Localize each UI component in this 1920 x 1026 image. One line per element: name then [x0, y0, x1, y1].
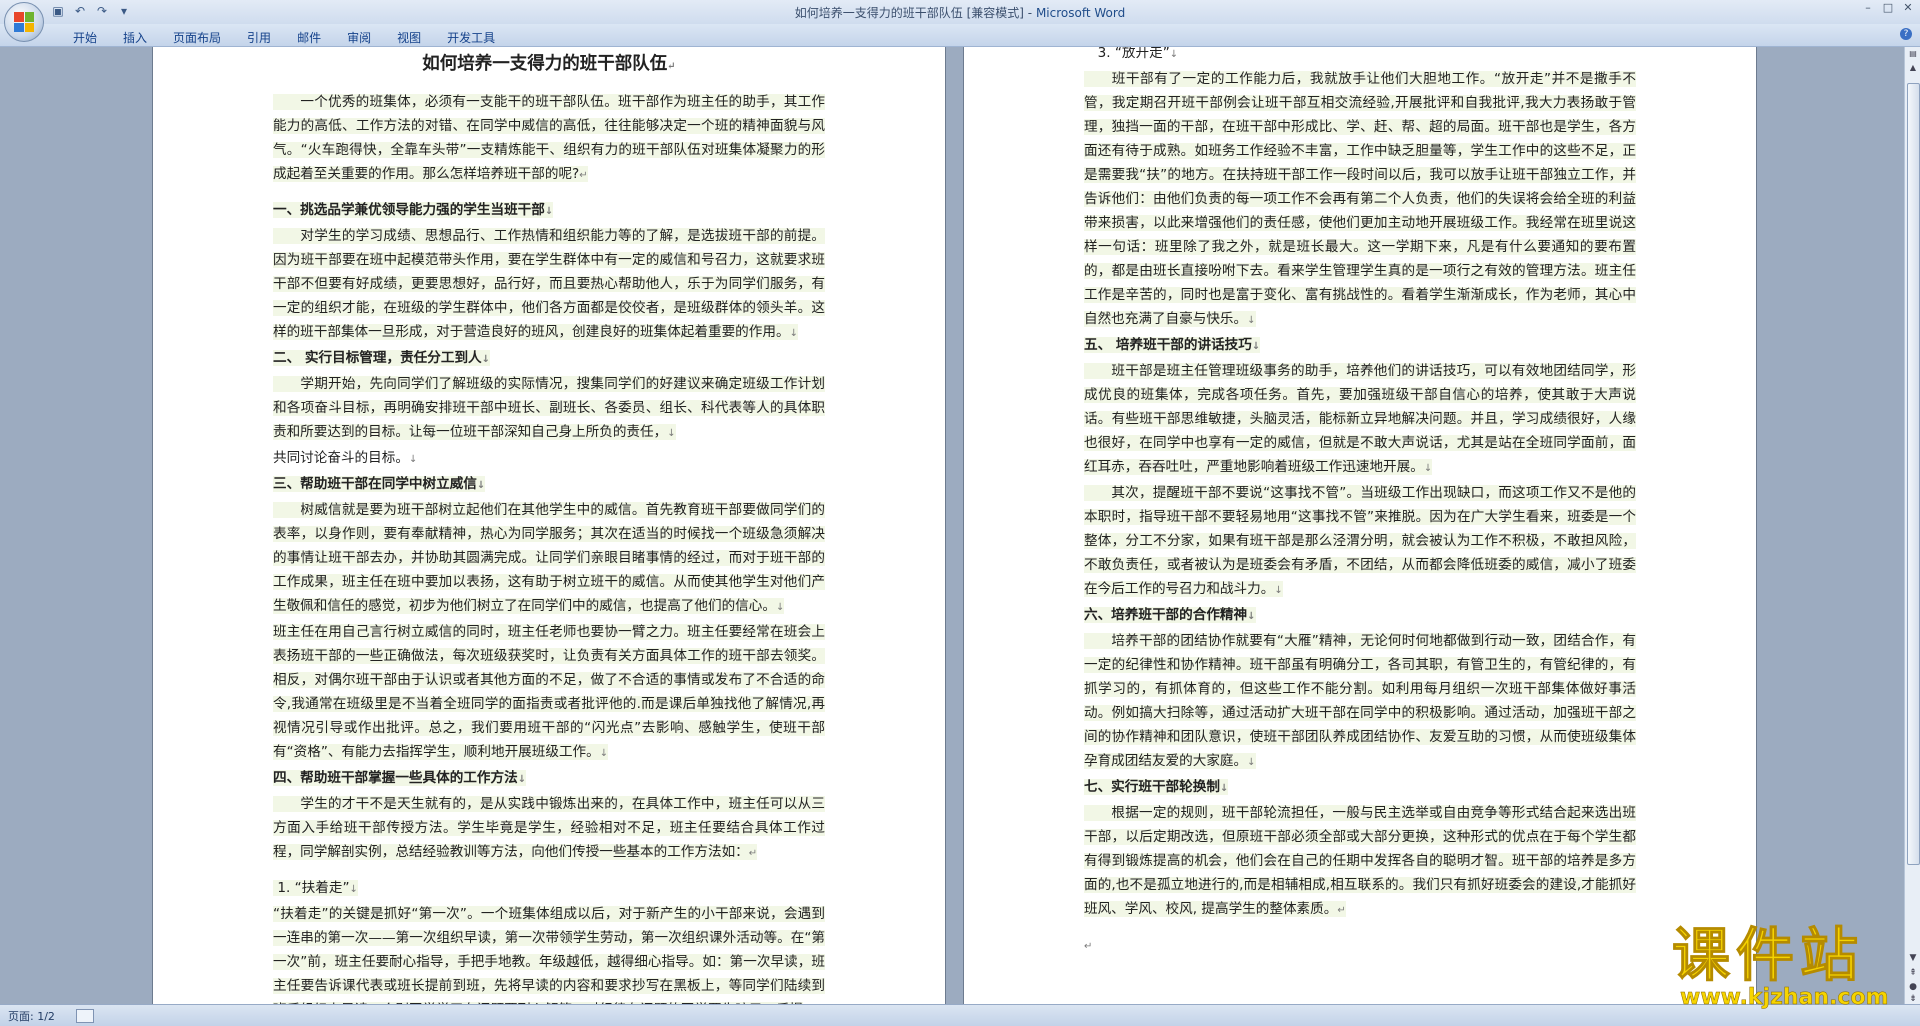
heading-3: 三、帮助班干部在同学中树立威信 — [273, 476, 477, 492]
select-browse-object-icon[interactable]: ● — [1907, 981, 1919, 993]
subheading-1: 1. “扶着走” — [277, 880, 350, 896]
heading-6: 六、培养班干部的合作精神 — [1084, 607, 1248, 623]
document-workspace: 如何培养一支得力的班干部队伍 ↵ 一个优秀的班集体，必须有一支能干的班干部队伍。班… — [0, 47, 1904, 1004]
scroll-down-icon[interactable]: ▼ — [1907, 952, 1919, 964]
paragraph-9: 培养干部的团结协作就要有“大雁”精神，无论何时何地都做到行动一致，团结合作，有一… — [1084, 633, 1636, 769]
page-2-content[interactable]: 3. “放开走”↓ 班干部有了一定的工作能力后，我就放手让他们大胆地工作。“放开… — [1084, 47, 1636, 959]
heading-4: 四、帮助班干部掌握一些具体的工作方法 — [273, 770, 518, 786]
paragraph-10: 根据一定的规则，班干部轮流担任，一般与民主选举或自由竞争等形式结合起来选出班干部… — [1084, 805, 1636, 917]
ribbon-tab-2[interactable]: 页面布局 — [160, 27, 234, 48]
status-bar: 页面: 1/2 — [0, 1004, 1920, 1026]
ruler-toggle-icon[interactable]: ▤ — [1905, 47, 1920, 61]
watermark-url: www.kjzhan.com — [1680, 985, 1889, 1010]
ribbon-tab-bar: 开始 插入 页面布局 引用 邮件 审阅 视图 开发工具 ? — [0, 24, 1920, 47]
window-controls: – □ ✕ — [1862, 2, 1914, 14]
window-title: 如何培养一支得力的班干部队伍 [兼容模式] - Microsoft Word — [0, 4, 1920, 21]
page-2[interactable]: 3. “放开走”↓ 班干部有了一定的工作能力后，我就放手让他们大胆地工作。“放开… — [963, 47, 1757, 1004]
vertical-scrollbar[interactable]: ▤ ▲ ▼ ⇞ ● ⇟ — [1904, 47, 1920, 1004]
paragraph-3b: 班主任在用自己言行树立威信的同时，班主任老师也要协一臂之力。班主任要经常在班会上… — [273, 624, 825, 760]
minimize-icon[interactable]: – — [1862, 2, 1874, 14]
office-logo-icon — [14, 12, 34, 32]
page-counter[interactable]: 页面: 1/2 — [8, 1008, 55, 1024]
close-icon[interactable]: ✕ — [1902, 2, 1914, 14]
ribbon-tabs: 开始 插入 页面布局 引用 邮件 审阅 视图 开发工具 — [60, 27, 508, 48]
title-separator: - — [1023, 6, 1036, 20]
paragraph-2a: 学期开始，先向同学们了解班级的实际情况，搜集同学们的好建议来确定班级工作计划和各… — [273, 376, 825, 440]
subheading-3: 3. “放开走” — [1097, 47, 1170, 61]
ribbon-tab-7[interactable]: 开发工具 — [434, 27, 508, 48]
previous-page-icon[interactable]: ⇞ — [1907, 967, 1919, 979]
heading-7: 七、实行班干部轮换制 — [1084, 779, 1220, 795]
ribbon-tab-6[interactable]: 视图 — [384, 27, 434, 48]
ribbon-tab-1[interactable]: 插入 — [110, 27, 160, 48]
heading-2: 二、 实行目标管理，责任分工到人 — [273, 350, 482, 366]
paragraph-1: 对学生的学习成绩、思想品行、工作热情和组织能力等的了解，是选拔班干部的前提。因为… — [273, 228, 825, 340]
paragraph-3a: 树威信就是要为班干部树立起他们在其他学生中的威信。首先教育班干部要做同学们的表率… — [273, 502, 825, 614]
title-bar: ▣ ↶ ↷ ▾ 如何培养一支得力的班干部队伍 [兼容模式] - Microsof… — [0, 0, 1920, 42]
end-paragraph-mark: ↵ — [1084, 941, 1093, 952]
scrollbar-thumb[interactable] — [1907, 83, 1920, 865]
heading-5: 五、 培养班干部的讲话技巧 — [1084, 337, 1252, 353]
document-title: 如何培养一支得力的班干部队伍 — [422, 54, 668, 74]
paragraph-4: 学生的才干不是天生就有的，是从实践中锻炼出来的，在具体工作中，班主任可以从三方面… — [273, 796, 825, 860]
heading-1: 一、挑选品学兼优领导能力强的学生当班干部 — [273, 202, 545, 218]
scroll-up-icon[interactable]: ▲ — [1905, 61, 1920, 75]
paragraph-7: 班干部是班主任管理班级事务的助手，培养他们的讲话技巧，可以有效地团结同学，形成优… — [1084, 363, 1636, 475]
paragraph-2b: 共同讨论奋斗的目标。 — [273, 450, 409, 466]
watermark-title: 课件站 — [1672, 921, 1865, 989]
document-name: 如何培养一支得力的班干部队伍 [兼容模式] — [794, 6, 1024, 20]
paragraph-8: 其次，提醒班干部不要说“这事找不管”。当班级工作出现缺口，而这项工作又不是他的本… — [1084, 485, 1636, 597]
paragraph-5: “扶着走”的关键是抓好“第一次”。一个班集体组成以后，对于新产生的小干部来说，会… — [273, 906, 825, 1004]
site-watermark: 课件站 www.kjzhan.com — [1672, 924, 1889, 1010]
intro-paragraph: 一个优秀的班集体，必须有一支能干的班干部队伍。班干部作为班主任的助手，其工作能力… — [273, 94, 825, 182]
app-name: Microsoft Word — [1035, 6, 1126, 20]
office-button[interactable] — [4, 2, 44, 42]
ribbon-tab-5[interactable]: 审阅 — [334, 27, 384, 48]
ribbon-tab-4[interactable]: 邮件 — [284, 27, 334, 48]
ribbon-tab-0[interactable]: 开始 — [60, 27, 110, 48]
ribbon-tab-3[interactable]: 引用 — [234, 27, 284, 48]
proofing-icon[interactable] — [76, 1009, 94, 1023]
paragraph-6: 班干部有了一定的工作能力后，我就放手让他们大胆地工作。“放开走”并不是撒手不管，… — [1084, 71, 1636, 327]
page-1[interactable]: 如何培养一支得力的班干部队伍↵ 一个优秀的班集体，必须有一支能干的班干部队伍。班… — [152, 47, 946, 1004]
page-1-content[interactable]: 如何培养一支得力的班干部队伍↵ 一个优秀的班集体，必须有一支能干的班干部队伍。班… — [273, 47, 825, 1004]
help-icon[interactable]: ? — [1900, 28, 1912, 40]
maximize-icon[interactable]: □ — [1882, 2, 1894, 14]
